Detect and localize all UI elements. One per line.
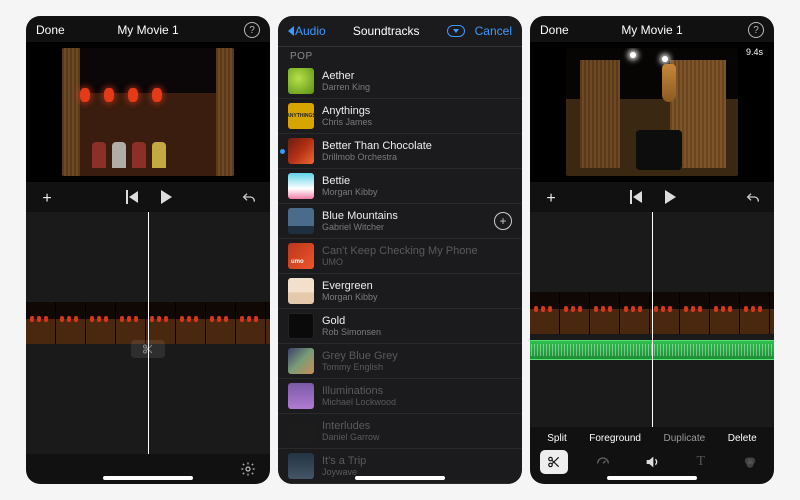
track-row[interactable]: AetherDarren King — [278, 64, 522, 99]
editor-screen-with-audio: Done My Movie 1 ? 9.4s + — [530, 16, 774, 484]
help-icon[interactable]: ? — [244, 22, 260, 38]
track-row[interactable]: EvergreenMorgan Kibby — [278, 274, 522, 309]
album-art — [288, 418, 314, 444]
track-name: Grey Blue Grey — [322, 350, 398, 363]
clip-duration-badge: 9.4s — [741, 46, 768, 58]
album-art — [288, 138, 314, 164]
album-art — [288, 348, 314, 374]
tool-filters — [736, 450, 764, 474]
skip-back-button[interactable] — [625, 186, 647, 208]
track-artist: Gabriel Witcher — [322, 222, 398, 232]
track-name: Anythings — [322, 105, 372, 118]
track-name: Can't Keep Checking My Phone — [322, 245, 478, 258]
track-name: Bettie — [322, 175, 378, 188]
skip-back-button[interactable] — [121, 186, 143, 208]
track-row[interactable]: InterludesDaniel Garrow — [278, 414, 522, 449]
playhead[interactable] — [652, 212, 653, 427]
cloud-download-icon[interactable] — [447, 25, 465, 37]
track-list[interactable]: AetherDarren King ANYTHINGS AnythingsChris… — [278, 64, 522, 484]
track-name: Interludes — [322, 420, 380, 433]
chevron-left-icon — [288, 26, 294, 36]
track-artist: Drillmob Orchestra — [322, 152, 432, 162]
add-media-button[interactable]: + — [36, 188, 58, 210]
track-name: Aether — [322, 70, 370, 83]
action-delete[interactable]: Delete — [728, 433, 757, 444]
track-artist: Michael Lockwood — [322, 397, 396, 407]
tool-scissors[interactable] — [540, 450, 568, 474]
settings-button[interactable] — [240, 461, 256, 477]
album-art — [288, 173, 314, 199]
album-art — [288, 208, 314, 234]
home-indicator[interactable] — [607, 476, 697, 480]
done-button[interactable]: Done — [36, 23, 80, 37]
undo-button[interactable] — [742, 188, 764, 210]
track-row[interactable]: Blue MountainsGabriel Witcher + — [278, 204, 522, 239]
help-icon[interactable]: ? — [748, 22, 764, 38]
track-name: It's a Trip — [322, 455, 366, 468]
track-name: Better Than Chocolate — [322, 140, 432, 153]
track-row[interactable]: IlluminationsMichael Lockwood — [278, 379, 522, 414]
track-row[interactable]: BettieMorgan Kibby — [278, 169, 522, 204]
add-media-button[interactable]: + — [540, 188, 562, 210]
undo-button[interactable] — [238, 188, 260, 210]
track-row[interactable]: Better Than ChocolateDrillmob Orchestra — [278, 134, 522, 169]
album-art — [288, 278, 314, 304]
timeline[interactable]: tains — [530, 212, 774, 427]
project-title: My Movie 1 — [80, 23, 216, 37]
track-name: Illuminations — [322, 385, 396, 398]
back-label: Audio — [295, 24, 326, 38]
home-indicator[interactable] — [355, 476, 445, 480]
tool-titles: T — [687, 450, 715, 474]
track-artist: Daniel Garrow — [322, 432, 380, 442]
track-artist: Morgan Kibby — [322, 187, 378, 197]
track-name: Blue Mountains — [322, 210, 398, 223]
action-foreground[interactable]: Foreground — [589, 433, 641, 444]
home-indicator[interactable] — [103, 476, 193, 480]
album-art — [288, 383, 314, 409]
action-split[interactable]: Split — [547, 433, 566, 444]
track-name: Gold — [322, 315, 381, 328]
track-row[interactable]: Can't Keep Checking My PhoneUMO — [278, 239, 522, 274]
picker-title: Soundtracks — [353, 24, 420, 38]
done-button[interactable]: Done — [540, 23, 584, 37]
action-duplicate: Duplicate — [664, 433, 706, 444]
track-artist: Rob Simonsen — [322, 327, 381, 337]
track-row[interactable]: GoldRob Simonsen — [278, 309, 522, 344]
album-art — [288, 68, 314, 94]
play-button[interactable] — [657, 186, 679, 208]
soundtracks-picker-screen: Audio Soundtracks Cancel POP AetherDarre… — [278, 16, 522, 484]
album-art — [288, 243, 314, 269]
video-preview[interactable] — [26, 42, 270, 182]
album-art — [288, 453, 314, 479]
album-art — [288, 313, 314, 339]
cancel-button[interactable]: Cancel — [475, 24, 512, 38]
project-title: My Movie 1 — [584, 23, 720, 37]
timeline[interactable] — [26, 212, 270, 454]
track-artist: Morgan Kibby — [322, 292, 378, 302]
video-preview[interactable]: 9.4s — [530, 42, 774, 182]
editor-screen-basic: Done My Movie 1 ? + — [26, 16, 270, 484]
track-name: Evergreen — [322, 280, 378, 293]
add-track-button[interactable]: + — [494, 212, 512, 230]
playhead[interactable] — [148, 212, 149, 454]
album-art: ANYTHINGS — [288, 103, 314, 129]
now-playing-dot-icon — [280, 149, 285, 154]
track-artist: Chris James — [322, 117, 372, 127]
section-header-pop: POP — [278, 47, 522, 64]
track-row[interactable]: ANYTHINGS AnythingsChris James — [278, 99, 522, 134]
tool-volume[interactable] — [638, 450, 666, 474]
track-artist: Darren King — [322, 82, 370, 92]
track-artist: UMO — [322, 257, 478, 267]
play-button[interactable] — [153, 186, 175, 208]
tool-speed[interactable] — [589, 450, 617, 474]
track-artist: Tommy English — [322, 362, 398, 372]
track-row[interactable]: Grey Blue GreyTommy English — [278, 344, 522, 379]
back-to-audio-button[interactable]: Audio — [288, 24, 326, 38]
